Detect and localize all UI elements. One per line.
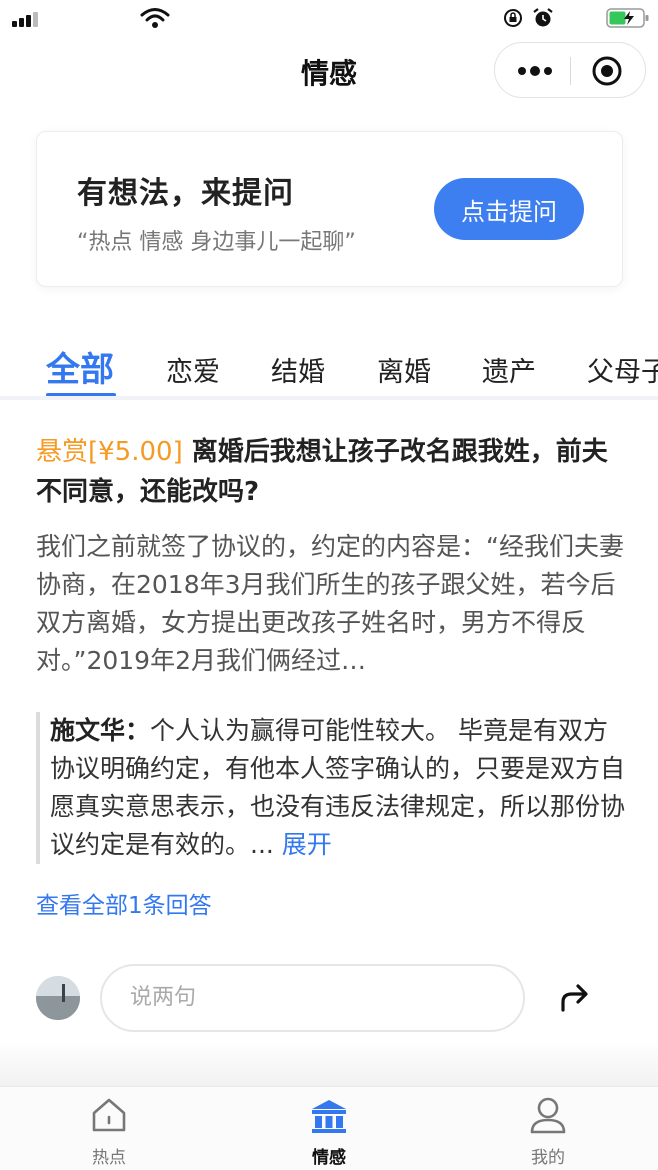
capsule-divider	[570, 57, 571, 85]
answer-preview: 施文华：个人认为赢得可能性较大。 毕竟是有双方协议明确约定，有他本人签字确认的，…	[36, 712, 626, 864]
tab-love[interactable]: 恋爱	[166, 350, 220, 389]
tabbar-item-mine[interactable]: 我的	[488, 1093, 608, 1169]
category-tabs: 全部 恋爱 结婚 离婚 遗产 父母子	[0, 338, 658, 398]
signal-icon	[12, 11, 42, 27]
building-icon	[312, 1100, 346, 1133]
wifi-icon	[140, 8, 170, 28]
user-icon	[530, 1097, 566, 1134]
comment-input[interactable]: 说两句	[100, 964, 525, 1032]
ask-card-subtitle: “热点 情感 身边事儿一起聊”	[77, 230, 356, 255]
post-title[interactable]: 悬赏[¥5.00] 离婚后我想让孩子改名跟我姓，前夫不同意，还能改吗?	[36, 432, 626, 512]
home-icon	[92, 1098, 126, 1132]
tabbar-label-mine: 我的	[531, 1148, 565, 1168]
answer-author: 施文华：	[50, 716, 151, 745]
alarm-icon	[533, 8, 553, 27]
ask-question-button[interactable]: 点击提问	[434, 178, 584, 240]
post-body[interactable]: 我们之前就签了协议的，约定的内容是：“经我们夫妻协商，在2018年3月我们所生的…	[36, 528, 626, 680]
tabbar-item-hot[interactable]: 热点	[49, 1093, 169, 1169]
tab-all[interactable]: 全部	[46, 342, 114, 391]
expand-link[interactable]: 展开	[282, 830, 332, 859]
status-bar	[0, 0, 658, 36]
tab-divorce[interactable]: 离婚	[377, 350, 431, 389]
miniprogram-capsule	[494, 42, 646, 98]
content-fade	[0, 1040, 658, 1086]
tabs-divider	[0, 396, 658, 400]
tabbar-label-emotion: 情感	[312, 1148, 346, 1168]
avatar[interactable]	[36, 976, 80, 1020]
rotation-lock-icon	[504, 9, 522, 27]
tabbar-item-emotion[interactable]: 情感	[269, 1093, 389, 1169]
tab-parents-children[interactable]: 父母子	[587, 350, 658, 389]
bottom-tab-bar: 热点 情感 我的	[0, 1086, 658, 1170]
ask-card-title: 有想法，来提问	[77, 176, 294, 211]
tab-inheritance[interactable]: 遗产	[482, 350, 536, 389]
close-target-icon[interactable]	[591, 55, 623, 87]
avatar-image	[36, 976, 80, 1020]
more-icon[interactable]	[515, 61, 555, 81]
battery-icon	[606, 8, 649, 28]
tab-marriage[interactable]: 结婚	[271, 350, 325, 389]
ask-question-card: 有想法，来提问 “热点 情感 身边事儿一起聊” 点击提问	[36, 131, 623, 287]
tabbar-label-hot: 热点	[92, 1148, 126, 1168]
bounty-label: 悬赏[¥5.00]	[36, 437, 183, 467]
share-icon[interactable]	[558, 982, 592, 1014]
view-all-answers-link[interactable]: 查看全部1条回答	[36, 886, 212, 920]
